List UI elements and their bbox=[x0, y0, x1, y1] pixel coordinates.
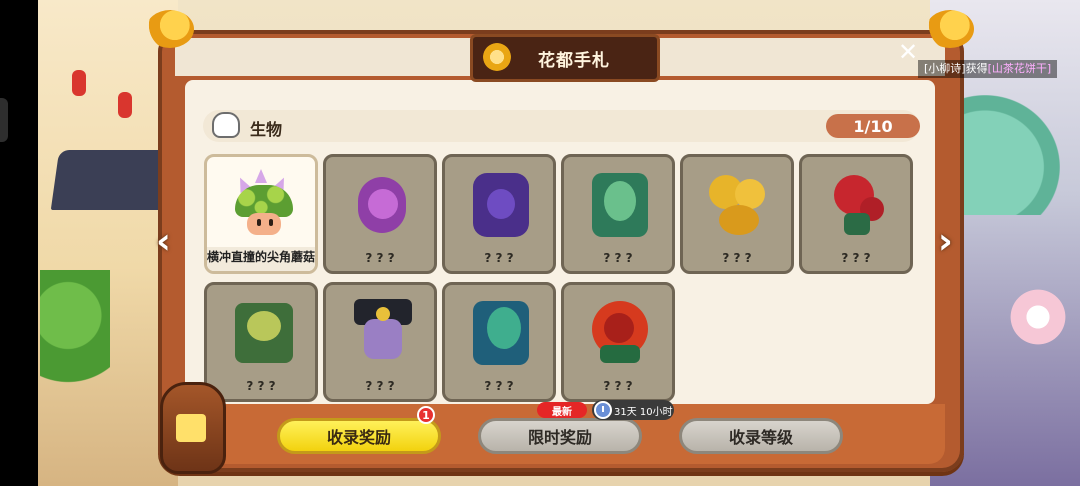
red-rose-icon bbox=[824, 167, 888, 239]
collection-progress: 1/10 bbox=[826, 114, 920, 138]
creature-name: 横冲直撞的尖角蘑菇 bbox=[207, 250, 316, 264]
notification-badge: 1 bbox=[417, 406, 435, 424]
title-plaque: 花都手札 bbox=[470, 34, 660, 82]
creature-card[interactable]: ? ? ? bbox=[442, 282, 556, 402]
creature-category-icon bbox=[212, 112, 240, 138]
creature-name: ? ? ? bbox=[484, 251, 514, 265]
creature-name: ? ? ? bbox=[246, 379, 276, 393]
mushroom-icon bbox=[229, 167, 293, 239]
creature-name: ? ? ? bbox=[603, 251, 633, 265]
chevron-right-icon: › bbox=[938, 221, 953, 262]
page-title: 花都手札 bbox=[538, 50, 610, 71]
horn-icon bbox=[926, 10, 974, 48]
collection-reward-label: 收录奖励 bbox=[326, 428, 391, 447]
creature-name: ? ? ? bbox=[365, 251, 395, 265]
side-handle[interactable] bbox=[0, 98, 8, 142]
limited-reward-label: 限时奖励 bbox=[527, 428, 592, 447]
flower-decoration-icon bbox=[1006, 285, 1070, 349]
teal-vine-icon bbox=[467, 295, 531, 367]
screen-bezel bbox=[0, 0, 38, 486]
creature-card[interactable]: ? ? ? bbox=[442, 154, 556, 274]
creature-name: ? ? ? bbox=[722, 251, 752, 265]
close-button[interactable]: ✕ bbox=[896, 40, 920, 64]
previous-page-arrow[interactable]: ‹ bbox=[156, 224, 171, 260]
close-icon: ✕ bbox=[897, 38, 919, 66]
horn-icon bbox=[146, 10, 194, 48]
creature-card[interactable]: ? ? ? bbox=[323, 154, 437, 274]
green-vine-icon bbox=[586, 167, 650, 239]
green-spiky-icon bbox=[229, 295, 293, 367]
new-tag: 最新 bbox=[537, 402, 587, 418]
purple-serpent-icon bbox=[348, 167, 412, 239]
limited-reward-button[interactable]: 限时奖励 bbox=[478, 418, 642, 454]
purple-beetle-icon bbox=[467, 167, 531, 239]
creature-name: ? ? ? bbox=[841, 251, 871, 265]
creature-card[interactable]: ? ? ? bbox=[561, 282, 675, 402]
category-bar bbox=[203, 110, 919, 142]
creature-name: ? ? ? bbox=[484, 379, 514, 393]
collection-level-button[interactable]: 收录等级 bbox=[679, 418, 843, 454]
creature-name: ? ? ? bbox=[365, 379, 395, 393]
creature-card[interactable]: ? ? ? bbox=[799, 154, 913, 274]
notification-prefix: [小柳诗]获得 bbox=[924, 62, 988, 75]
creature-card[interactable]: 横冲直撞的尖角蘑菇 bbox=[204, 154, 318, 274]
creature-card[interactable]: ? ? ? bbox=[561, 154, 675, 274]
red-flower-icon bbox=[586, 295, 650, 367]
masked-figure-icon bbox=[348, 295, 412, 367]
collection-level-label: 收录等级 bbox=[728, 428, 793, 447]
lantern-window bbox=[176, 414, 206, 442]
notification-item: [山茶花饼干] bbox=[987, 62, 1052, 75]
creature-name: ? ? ? bbox=[603, 379, 633, 393]
lantern-icon bbox=[72, 70, 86, 96]
collection-reward-button[interactable]: 收录奖励 bbox=[277, 418, 441, 454]
next-page-arrow[interactable]: › bbox=[938, 224, 953, 260]
tree-icon bbox=[40, 270, 110, 400]
category-label: 生物 bbox=[250, 120, 283, 139]
lantern-icon bbox=[118, 92, 132, 118]
yellow-flower-icon bbox=[705, 167, 769, 239]
timer-text: 31天 10小时 bbox=[614, 406, 673, 418]
chevron-left-icon: ‹ bbox=[156, 221, 171, 262]
reward-notification: [小柳诗]获得[山茶花饼干] bbox=[918, 60, 1058, 78]
creature-card[interactable]: ? ? ? bbox=[204, 282, 318, 402]
creature-card[interactable]: ? ? ? bbox=[323, 282, 437, 402]
creature-card[interactable]: ? ? ? bbox=[680, 154, 794, 274]
clock-icon bbox=[594, 401, 612, 419]
medal-icon bbox=[483, 43, 511, 71]
